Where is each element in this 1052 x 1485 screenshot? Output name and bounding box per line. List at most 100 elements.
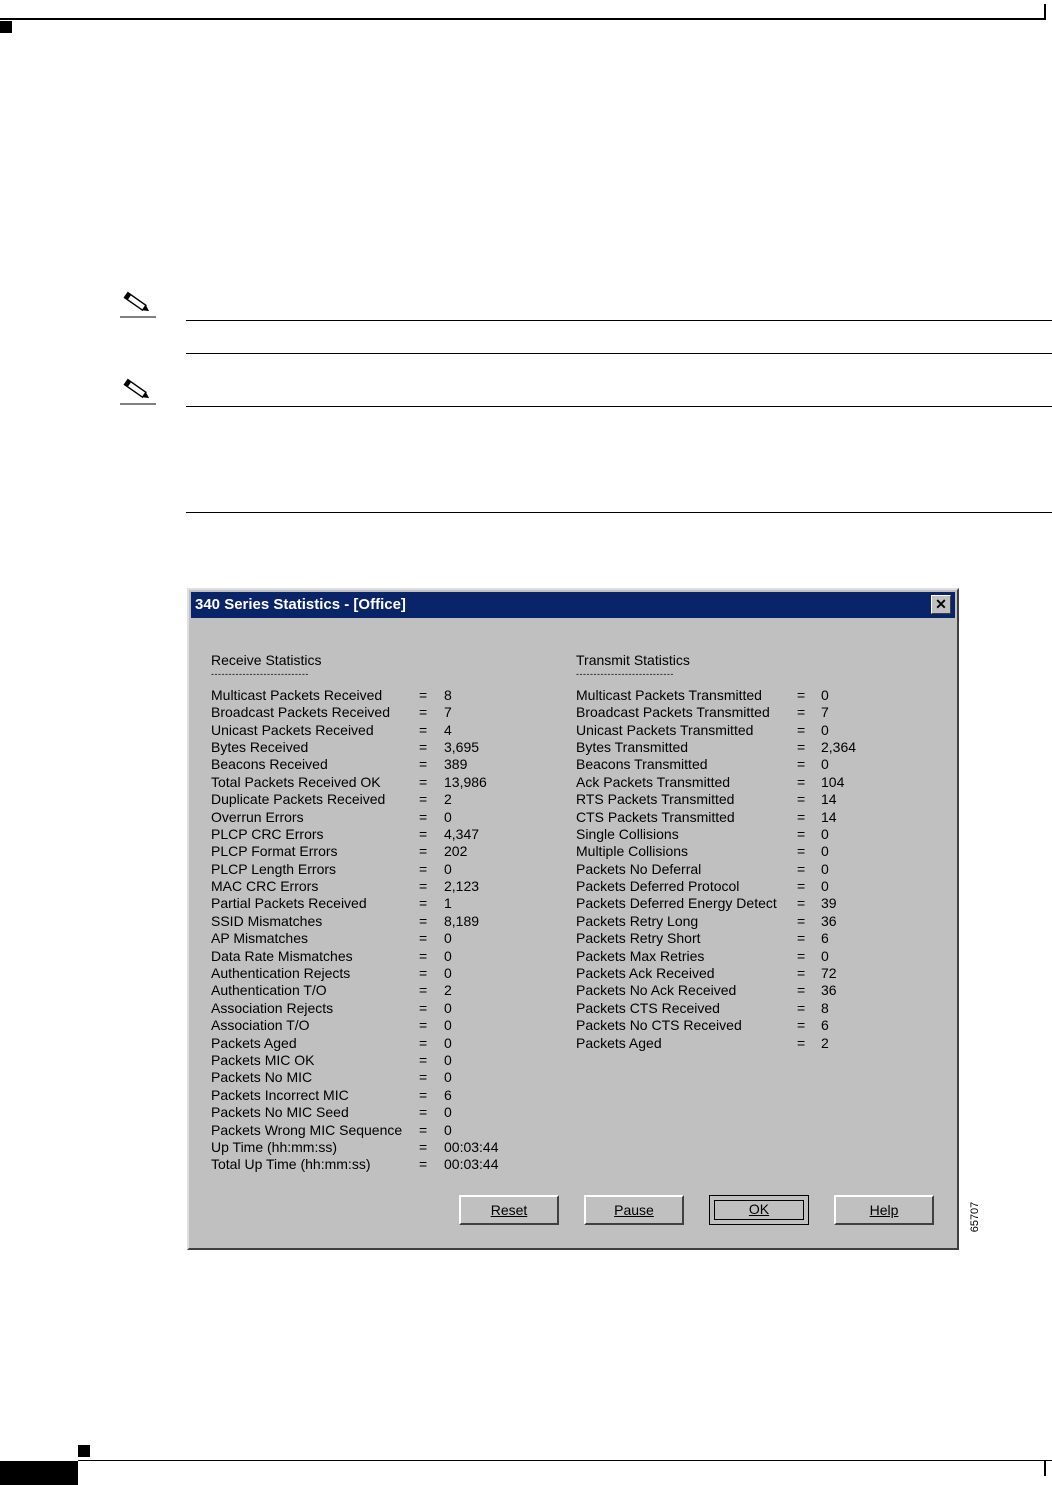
transmit-stat-label: Packets No Deferral — [576, 860, 702, 877]
receive-stat-row: Beacons Received = 389 — [211, 756, 551, 773]
equals-sign: = — [419, 1017, 428, 1034]
receive-stat-value: 0 — [444, 999, 452, 1016]
transmit-stat-label: Packets Ack Received — [576, 965, 715, 982]
receive-stat-row: Packets MIC OK = 0 — [211, 1052, 551, 1069]
receive-stat-label: PLCP Length Errors — [211, 860, 337, 877]
transmit-stat-row: Packets Deferred Energy Detect = 39 — [576, 895, 916, 912]
equals-sign: = — [419, 1086, 428, 1103]
receive-stat-row: PLCP Format Errors = 202 — [211, 843, 551, 860]
transmit-stat-value: 0 — [821, 947, 829, 964]
equals-sign: = — [419, 704, 428, 721]
equals-sign: = — [419, 773, 428, 790]
note-pencil-icon — [120, 291, 156, 318]
equals-sign: = — [797, 947, 806, 964]
equals-sign: = — [797, 825, 806, 842]
transmit-stat-row: Bytes Transmitted = 2,364 — [576, 739, 916, 756]
receive-stat-row: Bytes Received = 3,695 — [211, 739, 551, 756]
transmit-stat-label: Ack Packets Transmitted — [576, 773, 731, 790]
equals-sign: = — [797, 721, 806, 738]
equals-sign: = — [797, 756, 806, 773]
equals-sign: = — [419, 947, 428, 964]
receive-stat-row: Unicast Packets Received = 4 — [211, 722, 551, 739]
transmit-stat-row: Ack Packets Transmitted = 104 — [576, 774, 916, 791]
receive-stat-value: 389 — [444, 756, 468, 773]
transmit-stat-value: 0 — [821, 825, 829, 842]
receive-stat-row: Up Time (hh:mm:ss) = 00:03:44 — [211, 1139, 551, 1156]
receive-stat-value: 4 — [444, 721, 452, 738]
receive-stat-value: 0 — [444, 1034, 452, 1051]
transmit-stat-value: 0 — [821, 878, 829, 895]
receive-stat-value: 4,347 — [444, 825, 480, 842]
transmit-stat-value: 39 — [821, 895, 837, 912]
equals-sign: = — [419, 1051, 428, 1068]
receive-stat-value: 0 — [444, 1051, 452, 1068]
transmit-stat-value: 2,364 — [821, 738, 857, 755]
transmit-stat-row: Packets Retry Short = 6 — [576, 930, 916, 947]
transmit-stat-value: 6 — [821, 930, 829, 947]
note-rule — [186, 512, 1052, 513]
receive-stat-label: Packets No MIC Seed — [211, 1104, 349, 1121]
dialog-titlebar[interactable]: 340 Series Statistics - [Office] ✕ — [191, 592, 955, 618]
receive-stat-row: Packets No MIC = 0 — [211, 1069, 551, 1086]
transmit-stat-row: Packets Max Retries = 0 — [576, 948, 916, 965]
receive-stat-row: Association Rejects = 0 — [211, 1000, 551, 1017]
transmit-stat-label: Packets No CTS Received — [576, 1017, 742, 1034]
receive-stat-value: 0 — [444, 1121, 452, 1138]
receive-stat-row: AP Mismatches = 0 — [211, 930, 551, 947]
transmit-stat-label: Packets Retry Long — [576, 912, 699, 929]
receive-stat-value: 0 — [444, 1069, 452, 1086]
transmit-stat-value: 2 — [821, 1034, 829, 1051]
receive-stat-label: Up Time (hh:mm:ss) — [211, 1138, 338, 1155]
footer-page-tab — [0, 1461, 78, 1485]
receive-stat-row: Multicast Packets Received = 8 — [211, 687, 551, 704]
transmit-stat-label: Beacons Transmitted — [576, 756, 708, 773]
equals-sign: = — [419, 982, 428, 999]
note-pencil-icon — [120, 378, 156, 405]
equals-sign: = — [419, 686, 428, 703]
equals-sign: = — [797, 791, 806, 808]
close-icon[interactable]: ✕ — [931, 595, 951, 614]
transmit-stat-label: Packets Aged — [576, 1034, 662, 1051]
transmit-stat-label: Broadcast Packets Transmitted — [576, 704, 770, 721]
receive-stat-row: Overrun Errors = 0 — [211, 809, 551, 826]
transmit-stat-row: Single Collisions = 0 — [576, 826, 916, 843]
equals-sign: = — [797, 1017, 806, 1034]
pause-button[interactable]: Pause — [584, 1195, 684, 1225]
receive-stat-label: Broadcast Packets Received — [211, 704, 390, 721]
reset-button[interactable]: Reset — [459, 1195, 559, 1225]
header-rule — [0, 18, 1044, 20]
receive-stat-value: 7 — [444, 704, 452, 721]
footer-corner-marker — [78, 1445, 90, 1457]
receive-stat-value: 0 — [444, 930, 452, 947]
receive-stat-label: Packets Incorrect MIC — [211, 1086, 349, 1103]
transmit-stat-value: 36 — [821, 912, 837, 929]
receive-stat-value: 0 — [444, 860, 452, 877]
transmit-stat-value: 0 — [821, 721, 829, 738]
equals-sign: = — [419, 912, 428, 929]
receive-stat-label: Partial Packets Received — [211, 895, 367, 912]
footer-rule — [78, 1460, 1052, 1461]
transmit-stat-value: 36 — [821, 982, 837, 999]
transmit-stat-row: Packets No Deferral = 0 — [576, 861, 916, 878]
receive-stat-row: PLCP Length Errors = 0 — [211, 861, 551, 878]
receive-stat-row: Packets Aged = 0 — [211, 1035, 551, 1052]
help-button[interactable]: Help — [834, 1195, 934, 1225]
equals-sign: = — [419, 825, 428, 842]
receive-stat-label: Overrun Errors — [211, 808, 304, 825]
header-corner-marker — [0, 21, 12, 33]
receive-stat-label: Beacons Received — [211, 756, 328, 773]
transmit-stat-value: 0 — [821, 860, 829, 877]
receive-stat-label: Association Rejects — [211, 999, 334, 1016]
transmit-stat-label: Packets CTS Received — [576, 999, 720, 1016]
transmit-stat-label: CTS Packets Transmitted — [576, 808, 735, 825]
transmit-stat-value: 72 — [821, 965, 837, 982]
receive-stat-value: 2 — [444, 791, 452, 808]
equals-sign: = — [797, 912, 806, 929]
transmit-stat-label: Packets Deferred Protocol — [576, 878, 740, 895]
receive-stat-row: Data Rate Mismatches = 0 — [211, 948, 551, 965]
ok-button[interactable]: OK — [709, 1195, 809, 1225]
receive-stat-value: 00:03:44 — [444, 1138, 499, 1155]
receive-stat-label: MAC CRC Errors — [211, 878, 319, 895]
header-tick — [1044, 4, 1046, 20]
receive-stat-value: 2,123 — [444, 878, 480, 895]
